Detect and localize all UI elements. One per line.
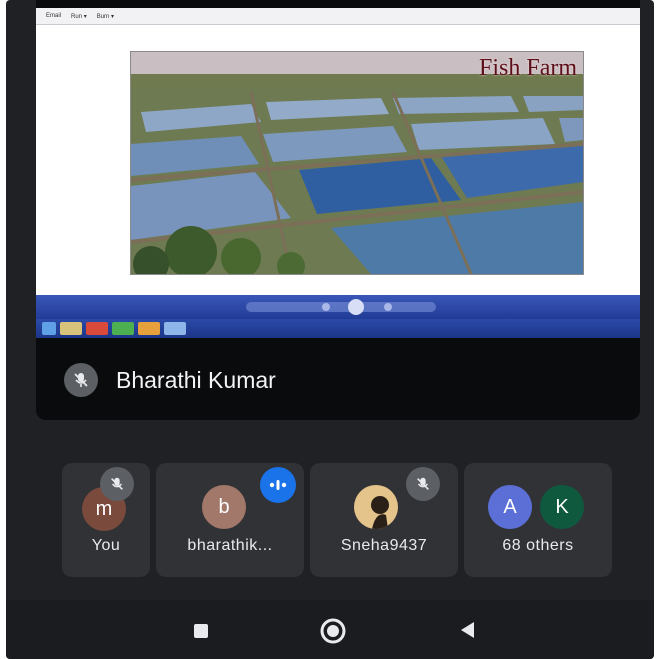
avatar-letter: A (503, 495, 517, 518)
chrome-icon (86, 322, 108, 335)
slide-title: Fish Farm (478, 55, 577, 81)
avatar-letter: b (218, 495, 230, 518)
slide-area: Fish Farm (36, 25, 640, 295)
window-icon (164, 322, 186, 335)
presenter-info: Bharathi Kumar (36, 340, 640, 420)
fish-farm-illustration (131, 52, 583, 274)
presenter-tile[interactable]: Email Run ▾ Burn ▾ Fish Farm Bharathi Ku… (36, 0, 640, 420)
avatar-letter: m (95, 497, 113, 520)
home-circle-icon[interactable] (318, 616, 348, 651)
avatar-a: A (488, 485, 532, 529)
participant-name: bharathik... (187, 537, 273, 554)
avatar-photo (354, 485, 398, 529)
start-icon (42, 322, 56, 335)
system-navigation-bar (6, 600, 654, 659)
mic-off-icon (100, 467, 134, 501)
media-player-controls (36, 295, 640, 319)
mic-off-icon (64, 363, 98, 397)
participant-name: 68 others (502, 537, 574, 554)
folder-icon (60, 322, 82, 335)
menu-item-run: Run ▾ (71, 13, 87, 20)
recents-square-icon[interactable] (192, 622, 210, 645)
menu-item-burn: Burn ▾ (96, 13, 115, 20)
shared-screen: Email Run ▾ Burn ▾ Fish Farm (36, 8, 640, 338)
participant-name: Sneha9437 (340, 537, 428, 554)
windows-taskbar (36, 319, 640, 338)
presenter-name: Bharathi Kumar (116, 366, 276, 393)
back-triangle-icon[interactable] (458, 620, 478, 645)
fish-farm-photo: Fish Farm (130, 51, 584, 275)
chrome-icon-2 (112, 322, 134, 335)
window-menubar: Email Run ▾ Burn ▾ (36, 8, 640, 25)
meeting-screen: Email Run ▾ Burn ▾ Fish Farm Bharathi Ku… (6, 0, 654, 659)
avatar: b (202, 485, 246, 529)
player-controls-graphic (246, 299, 436, 315)
mic-off-icon (406, 467, 440, 501)
speaking-indicator-icon (260, 467, 296, 503)
participant-tile-bharathik[interactable]: b bharathik... (156, 463, 304, 577)
participant-tile-others[interactable]: A K 68 others (464, 463, 612, 577)
paint-icon (138, 322, 160, 335)
participant-tile-sneha[interactable]: Sneha9437 (310, 463, 458, 577)
avatar-k: K (540, 485, 584, 529)
participant-name: You (91, 537, 121, 554)
participant-tile-you[interactable]: m You (62, 463, 150, 577)
menu-item-email: Email (46, 13, 62, 19)
avatar-letter: K (555, 495, 569, 518)
